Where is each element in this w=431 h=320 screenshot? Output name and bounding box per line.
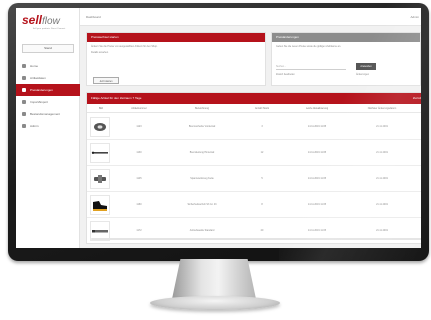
cell-sku: 1160 — [136, 203, 142, 206]
product-thumbnail-shoe[interactable] — [90, 195, 110, 215]
sidebar-item-3[interactable]: Import/Export — [16, 96, 80, 108]
cell-name: Bremsscheibe Vorderrad — [188, 125, 216, 128]
brand-part-a: sell — [22, 13, 43, 27]
home-icon — [22, 64, 26, 68]
column-header[interactable]: Artikelnummer — [131, 107, 146, 110]
table-title: Fällige Artikel für den Zeitraum 7 Tage — [91, 96, 142, 100]
sidebar-item-label: Home — [30, 64, 39, 68]
start-button[interactable]: Jetzt starten — [93, 77, 119, 84]
cell-name: Antriebswelle Standard — [189, 229, 215, 232]
monitor-stand-base — [150, 296, 280, 310]
product-thumbnail-tool[interactable] — [90, 169, 110, 189]
monitor-frame: sellflow Sell your products Direct Conne… — [8, 3, 429, 261]
cell-name: Spannwerkzeug Kette — [190, 177, 214, 180]
sidebar-stand-button[interactable]: Stand — [22, 44, 74, 53]
sidebar-item-label: Bestandsmanagement — [30, 112, 61, 116]
product-thumbnail-rod[interactable] — [90, 143, 110, 163]
tag-icon — [22, 88, 26, 92]
list-icon — [22, 76, 26, 80]
cell-name: Sicherheitsschuh S3 Gr. 43 — [187, 203, 217, 206]
panel-left-title: Preiswechsel starten — [87, 33, 265, 42]
brand-part-b: flow — [42, 16, 60, 27]
cell-sku: 1172 — [136, 229, 142, 232]
sidebar-item-label: Preisänderungen — [30, 88, 53, 92]
page-title: Dashboard — [86, 15, 101, 19]
sidebar: sellflow Sell your products Direct Conne… — [16, 8, 80, 248]
sidebar-item-label: Artikeldaten — [30, 76, 46, 80]
sidebar-item-1[interactable]: Artikeldaten — [16, 72, 80, 84]
panel-price-change-start: Preiswechsel starten Ändern Sie die Prei… — [86, 32, 266, 86]
column-header[interactable]: Bezeichnung — [195, 107, 209, 110]
column-header[interactable]: Bild — [99, 107, 103, 110]
box-icon — [22, 112, 26, 116]
sidebar-item-4[interactable]: Bestandsmanagement — [16, 108, 80, 120]
brand-logo[interactable]: sellflow — [22, 11, 76, 27]
cell-qty: 20 — [260, 229, 264, 232]
cell-qty: 5 — [261, 177, 263, 180]
cell-sku: 1130 — [136, 151, 142, 154]
wrench-icon — [22, 124, 26, 128]
panel-left-text: Ändern Sie die Preise von ausgewählten A… — [91, 45, 158, 48]
product-thumbnail-disc[interactable] — [90, 117, 110, 137]
sidebar-item-5[interactable]: Admin — [16, 120, 80, 132]
cell-qty: 3 — [261, 125, 263, 128]
sidebar-item-label: Admin — [30, 124, 39, 128]
sidebar-item-2[interactable]: Preisänderungen — [16, 84, 80, 96]
cell-qty: 8 — [261, 203, 263, 206]
screen-glare — [279, 3, 429, 261]
cell-name: Bremsleitung Hinterrad — [189, 151, 215, 154]
cell-sku: 1145 — [136, 177, 142, 180]
cell-sku: 1123 — [136, 125, 142, 128]
sidebar-nav: Home Artikeldaten Preisänderungen Import/Ex… — [16, 60, 80, 132]
brand-tagline: Sell your products Direct Connect — [32, 28, 66, 30]
cell-qty: 12 — [260, 151, 264, 154]
sidebar-item-label: Import/Export — [30, 100, 49, 104]
sidebar-item-0[interactable]: Home — [16, 60, 80, 72]
panel-left-link[interactable]: Details ansehen — [91, 51, 108, 55]
column-header[interactable]: Anzahl Stück — [255, 107, 269, 110]
import-icon — [22, 100, 26, 104]
monitor-stand-neck — [172, 259, 256, 299]
